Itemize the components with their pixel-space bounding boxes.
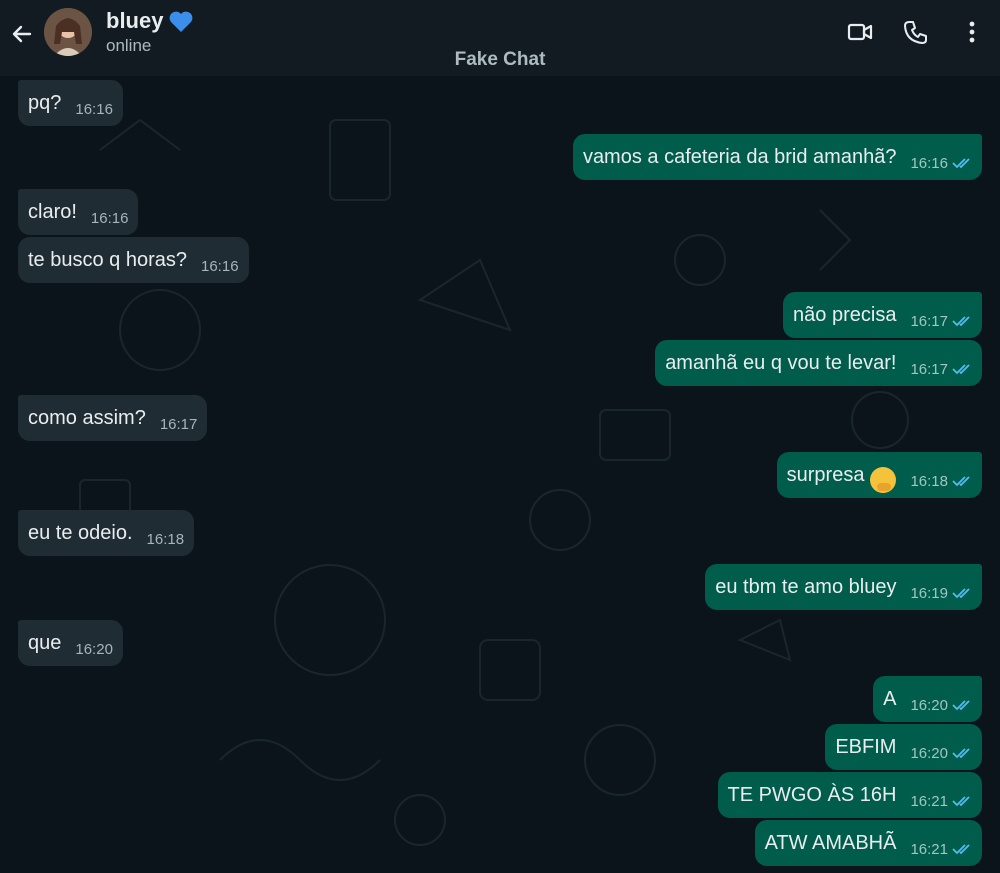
message-text: amanhã eu q vou te levar! [665,351,897,374]
incoming-message[interactable]: que 16:20 [18,620,123,666]
outgoing-message[interactable]: ATW AMABHÃ 16:21 [754,820,982,866]
message-text: A [883,687,897,710]
message-time: 16:18 [146,530,185,548]
outgoing-message[interactable]: vamos a cafeteria da brid amanhã? 16:16 [572,134,982,180]
message-time: 16:17 [910,312,948,330]
message-text: não precisa [793,303,897,326]
message-time: 16:16 [910,154,948,172]
message-time: 16:21 [910,840,948,858]
incoming-message[interactable]: pq? 16:16 [18,80,123,126]
read-receipt-icon [952,796,970,807]
message-text: eu te odeio. [28,521,133,544]
read-receipt-icon [952,316,970,327]
read-receipt-icon [952,748,970,759]
chat-header: bluey online Fake Chat [0,0,1000,76]
message-text: claro! [28,200,77,223]
read-receipt-icon [952,158,970,169]
video-call-icon[interactable] [846,18,874,46]
message-time: 16:18 [910,472,948,490]
watermark-text: Fake Chat [454,49,546,70]
message-text: eu tbm te amo bluey [715,575,897,598]
message-time: 16:20 [910,696,948,714]
message-time: 16:17 [159,415,198,433]
outgoing-message[interactable]: EBFIM 16:20 [825,724,982,770]
message-time: 16:21 [910,792,948,810]
read-receipt-icon [952,364,970,375]
message-time: 16:17 [910,360,948,378]
message-text: TE PWGO ÀS 16H [727,783,897,806]
read-receipt-icon [952,588,970,599]
outgoing-message[interactable]: A 16:20 [873,676,982,722]
message-text: EBFIM [835,735,897,758]
read-receipt-icon [952,476,970,487]
incoming-message[interactable]: claro! 16:16 [18,189,139,235]
blue-heart-icon [169,11,193,32]
message-text: vamos a cafeteria da brid amanhã? [582,145,897,168]
read-receipt-icon [952,700,970,711]
message-time: 16:16 [90,209,129,227]
outgoing-message[interactable]: surpresa 16:18 [776,452,982,498]
incoming-message[interactable]: como assim? 16:17 [18,395,208,441]
message-text: surpresa [786,463,865,486]
message-text: como assim? [28,406,146,429]
contact-name[interactable]: bluey [106,8,163,34]
back-arrow-icon[interactable] [10,22,34,46]
phone-call-icon[interactable] [902,18,930,46]
message-text: ATW AMABHÃ [764,831,897,854]
message-time: 16:20 [910,744,948,762]
outgoing-message[interactable]: amanhã eu q vou te levar! 16:17 [655,340,982,386]
more-options-icon[interactable] [958,18,986,46]
read-receipt-icon [952,844,970,855]
message-text: que [28,631,62,654]
hand-over-mouth-emoji [870,467,897,493]
incoming-message[interactable]: te busco q horas? 16:16 [18,237,249,283]
message-text: pq? [28,91,62,114]
message-time: 16:20 [75,640,113,658]
message-time: 16:19 [910,584,948,602]
message-time: 16:16 [75,100,113,118]
incoming-message[interactable]: eu te odeio. 16:18 [18,510,195,556]
outgoing-message[interactable]: não precisa 16:17 [783,292,982,338]
outgoing-message[interactable]: TE PWGO ÀS 16H 16:21 [717,772,982,818]
message-time: 16:16 [201,257,239,275]
outgoing-message[interactable]: eu tbm te amo bluey 16:19 [705,564,982,610]
message-text: te busco q horas? [28,248,187,271]
